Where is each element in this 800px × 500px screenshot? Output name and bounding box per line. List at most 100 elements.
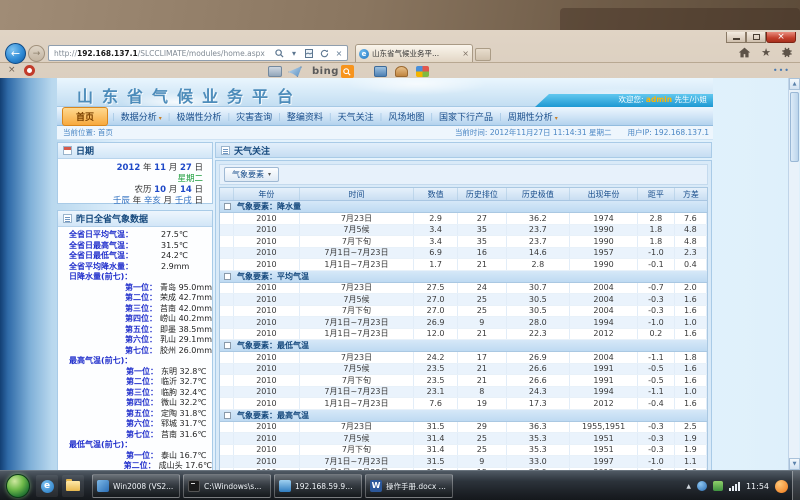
compatibility-view-icon[interactable] [303,47,315,59]
nav-item-8[interactable]: 国家下行产品 [433,110,499,123]
weather-row: 第五位：定陶 31.8℃ [58,409,212,420]
home-icon[interactable] [738,46,752,60]
taskbar-button[interactable]: Win2008 (VS2... [92,474,180,498]
table-row[interactable]: 20107月23日24.21726.92004-1.11.8 [220,352,707,364]
taskbar-button[interactable]: W操作手册.docx ... [365,474,453,498]
dropdown-caret-icon[interactable]: ▾ [288,47,300,59]
taskbar-clock[interactable]: 11:54 [746,482,769,491]
nav-item-2[interactable]: 数据分析▾ [115,110,168,123]
start-button[interactable] [6,474,30,498]
weekday: 星期二 [58,174,203,185]
screen: × ← → http://192.168.137.1/SLCCLIMATE/mo… [0,0,800,500]
group-checkbox[interactable] [224,412,231,419]
tray-security-icon[interactable] [713,481,723,491]
table-row[interactable]: 20107月1日~7月23日23.1824.31994-1.11.0 [220,387,707,399]
table-row[interactable]: 20107月5候3.43523.719901.84.8 [220,225,707,237]
table-cell: 2010 [234,456,300,467]
group-checkbox[interactable] [224,273,231,280]
table-cell: 7月23日 [300,352,414,363]
table-group-row[interactable]: 气象要素：最低气温 [220,340,707,352]
nav-item-1[interactable]: 首页 [62,107,108,126]
address-bar[interactable]: http://192.168.137.1/SLCCLIMATE/modules/… [48,45,348,61]
group-checkbox[interactable] [224,342,231,349]
table-row[interactable]: 20107月下旬3.43523.719901.84.8 [220,236,707,248]
table-row[interactable]: 20107月下旬27.02530.52004-0.31.6 [220,306,707,318]
nav-item-4[interactable]: 灾害查询 [230,110,278,123]
weather-focus-title: 天气关注 [234,144,270,157]
table-row[interactable]: 20101月1日~7月23日12.02122.320120.21.6 [220,329,707,341]
table-cell: 29 [458,422,507,433]
taskbar-ie-icon[interactable]: e [36,475,58,497]
nav-item-5[interactable]: 整编资料 [281,110,329,123]
table-cell: 2.0 [675,283,707,294]
people-icon[interactable] [395,66,408,77]
table-row[interactable]: 20107月1日~7月23日31.5933.01997-1.01.1 [220,456,707,468]
table-row[interactable]: 20101月1日~7月23日7.61917.32012-0.41.6 [220,398,707,410]
tray-expand-icon[interactable]: ▲ [686,483,691,490]
table-row[interactable]: 20101月1日~7月23日1.7212.81990-0.10.4 [220,259,707,271]
more-options-icon[interactable]: ••• [773,66,790,75]
table-row[interactable]: 20107月1日~7月23日26.9928.01994-1.01.0 [220,317,707,329]
scrollbar-thumb[interactable] [790,92,799,162]
toolbar-close-icon[interactable]: × [8,65,16,75]
new-tab-button[interactable] [475,48,491,61]
stop-icon[interactable]: × [333,47,345,59]
table-row[interactable]: 20107月5候23.52126.61991-0.51.6 [220,364,707,376]
addons-icon[interactable] [416,66,429,77]
table-row[interactable]: 20107月下旬31.42535.31951-0.31.9 [220,445,707,457]
chevron-down-icon: ▾ [555,115,558,122]
back-button[interactable]: ← [5,43,26,64]
table-cell: 1.7 [414,259,458,270]
nav-item-9[interactable]: 周期性分析▾ [502,110,564,123]
forward-button[interactable]: → [28,45,45,62]
search-icon[interactable] [273,47,285,59]
bing-search-icon[interactable] [341,65,354,78]
nav-item-3[interactable]: 极端性分析 [170,110,227,123]
addon-circle-icon[interactable] [24,65,35,76]
page-scrollbar[interactable]: ▲ ▼ [788,78,799,470]
mail-icon[interactable] [268,66,282,77]
calendar-icon [63,146,72,155]
table-row[interactable]: 20107月23日27.52430.72004-0.72.0 [220,283,707,295]
nav-item-7[interactable]: 风场地图 [382,110,430,123]
taskbar-button[interactable]: C:\Windows\s... [183,474,271,498]
taskbar-explorer-icon[interactable] [62,475,84,497]
refresh-icon[interactable] [318,47,330,59]
tray-browser-icon[interactable] [775,480,788,493]
snapshot-icon[interactable] [374,66,387,77]
table-group-row[interactable]: 气象要素：降水量 [220,201,707,213]
weather-focus-header: 天气关注 [215,142,712,158]
browser-tab[interactable]: e 山东省气候业务平... × [355,44,473,62]
settings-gear-icon[interactable] [780,46,794,60]
table-row[interactable]: 20107月5候27.02530.52004-0.31.6 [220,294,707,306]
bing-logo[interactable]: bing [312,65,354,78]
network-icon[interactable] [729,482,740,491]
table-cell: 27 [458,213,507,224]
table-row[interactable]: 20107月23日31.52936.31955,1951-0.32.5 [220,422,707,434]
minimize-button[interactable] [726,32,746,43]
nav-item-6[interactable]: 天气关注 [332,110,380,123]
table-cell: 23.5 [414,375,458,386]
scroll-up-icon[interactable]: ▲ [789,78,800,90]
scroll-down-icon[interactable]: ▼ [789,458,800,470]
table-group-row[interactable]: 气象要素：平均气温 [220,271,707,283]
table-row[interactable]: 20107月下旬23.52126.61991-0.51.6 [220,375,707,387]
table-group-row[interactable]: 气象要素：最高气温 [220,410,707,422]
element-filter-button[interactable]: 气象要素 ▾ [224,167,279,182]
show-desktop-button[interactable] [792,471,800,500]
table-cell: 0.2 [638,329,675,340]
weather-row-label: 第六位： [58,335,157,346]
tab-close-icon[interactable]: × [462,49,469,58]
send-icon[interactable] [288,66,302,77]
table-row[interactable]: 20107月5候31.42535.31951-0.31.9 [220,433,707,445]
table-cell: 4.8 [675,225,707,236]
maximize-button[interactable] [746,32,766,43]
table-cell: 7月23日 [300,422,414,433]
close-button[interactable]: × [766,32,796,43]
table-row[interactable]: 20107月1日~7月23日6.91614.61957-1.02.3 [220,248,707,260]
taskbar-button[interactable]: 192.168.59.99... [274,474,362,498]
tray-app-icon[interactable] [697,481,707,491]
table-row[interactable]: 20107月23日2.92736.219742.87.6 [220,213,707,225]
group-checkbox[interactable] [224,203,231,210]
favorites-star-icon[interactable]: ★ [759,46,773,60]
